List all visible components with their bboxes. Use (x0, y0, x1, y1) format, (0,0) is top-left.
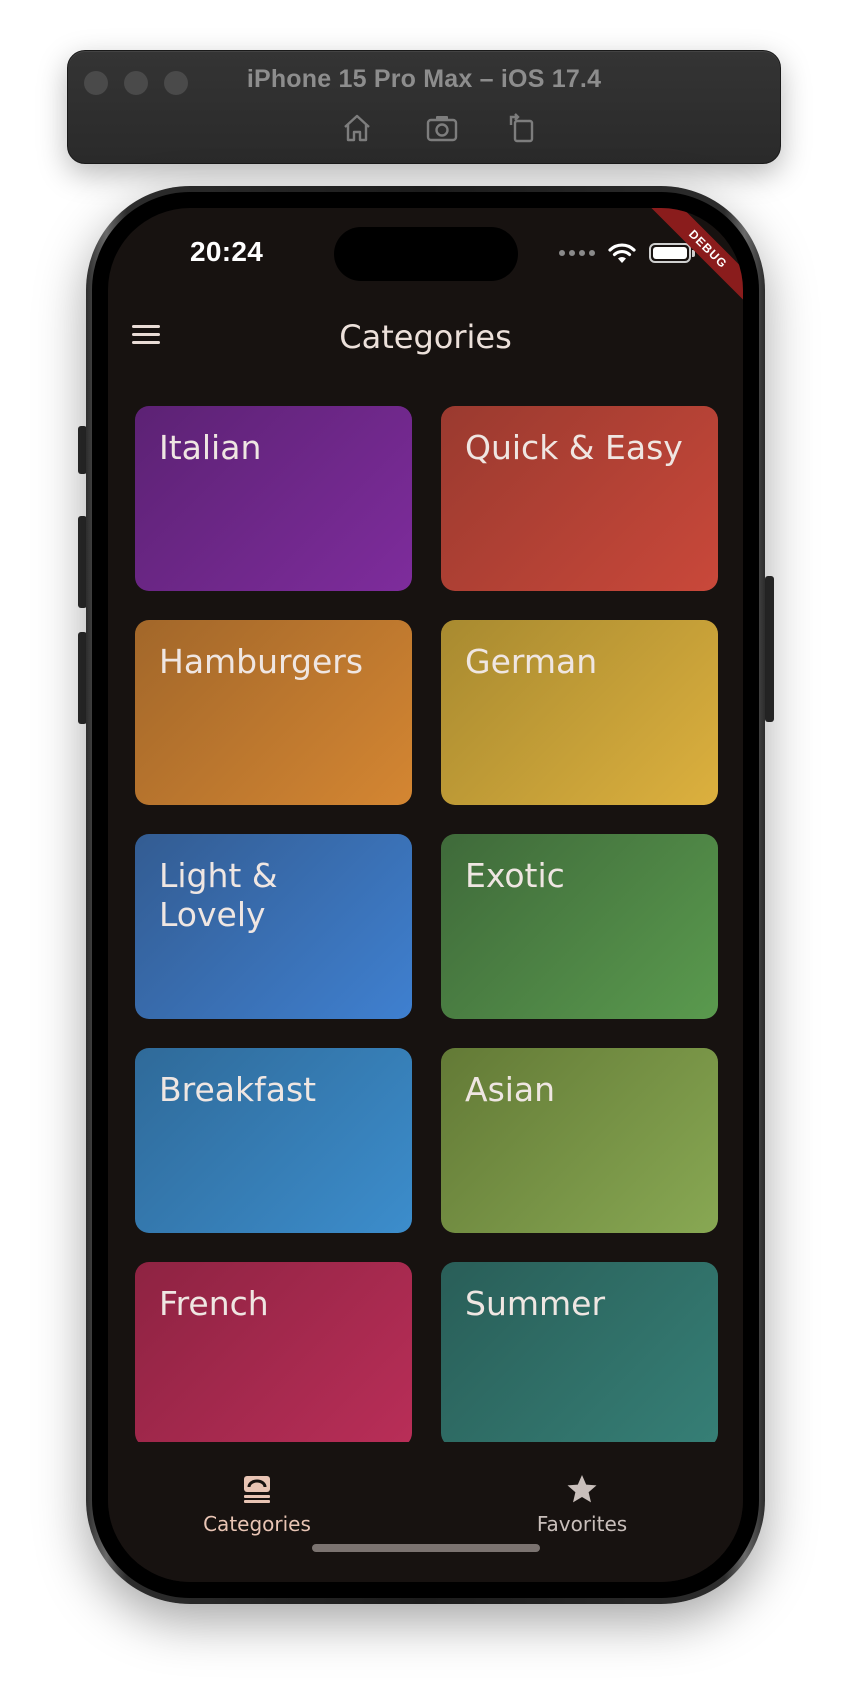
category-grid: Italian Quick & Easy Hamburgers German L… (135, 406, 718, 1447)
simulator-title: iPhone 15 Pro Max – iOS 17.4 (246, 65, 602, 93)
bottom-navigation-bar: Categories Favorites (108, 1442, 743, 1582)
tab-label: Favorites (536, 1512, 628, 1536)
tab-categories[interactable]: Categories (157, 1472, 357, 1536)
tab-label: Categories (203, 1512, 311, 1536)
phone-screen: 20:24 DEBUG Categories Italian Quick & E… (108, 208, 743, 1582)
category-card-light-lovely[interactable]: Light & Lovely (135, 834, 412, 1019)
category-title: Asian (465, 1070, 556, 1109)
simulator-title-bar: iPhone 15 Pro Max – iOS 17.4 (67, 50, 781, 164)
category-card-quick-easy[interactable]: Quick & Easy (441, 406, 718, 591)
category-card-italian[interactable]: Italian (135, 406, 412, 591)
category-title: Breakfast (159, 1070, 317, 1109)
status-indicators (559, 242, 695, 264)
category-card-exotic[interactable]: Exotic (441, 834, 718, 1019)
category-title: German (465, 642, 598, 681)
page-title: Categories (339, 318, 512, 356)
dynamic-island (334, 227, 518, 281)
category-card-hamburgers[interactable]: Hamburgers (135, 620, 412, 805)
category-title: Light & Lovely (159, 856, 278, 934)
screenshot-icon[interactable] (423, 109, 461, 147)
category-card-asian[interactable]: Asian (441, 1048, 718, 1233)
home-indicator (312, 1544, 540, 1552)
star-icon (482, 1472, 682, 1506)
category-card-french[interactable]: French (135, 1262, 412, 1447)
cellular-signal-icon (559, 250, 595, 256)
battery-icon (649, 243, 695, 263)
category-card-german[interactable]: German (441, 620, 718, 805)
tab-favorites[interactable]: Favorites (482, 1472, 682, 1536)
app-bar: Categories (108, 298, 743, 378)
category-card-summer[interactable]: Summer (441, 1262, 718, 1447)
dish-icon (157, 1472, 357, 1506)
category-title: Summer (465, 1284, 606, 1323)
category-title: Quick & Easy (465, 428, 683, 467)
category-title: Exotic (465, 856, 565, 895)
category-card-breakfast[interactable]: Breakfast (135, 1048, 412, 1233)
category-title: Italian (159, 428, 262, 467)
wifi-icon (608, 243, 636, 263)
category-title: French (159, 1284, 269, 1323)
power-button (765, 576, 774, 722)
category-title: Hamburgers (159, 642, 364, 681)
home-icon[interactable] (338, 109, 376, 147)
rotate-icon[interactable] (502, 109, 540, 147)
status-time: 20:24 (190, 236, 264, 267)
